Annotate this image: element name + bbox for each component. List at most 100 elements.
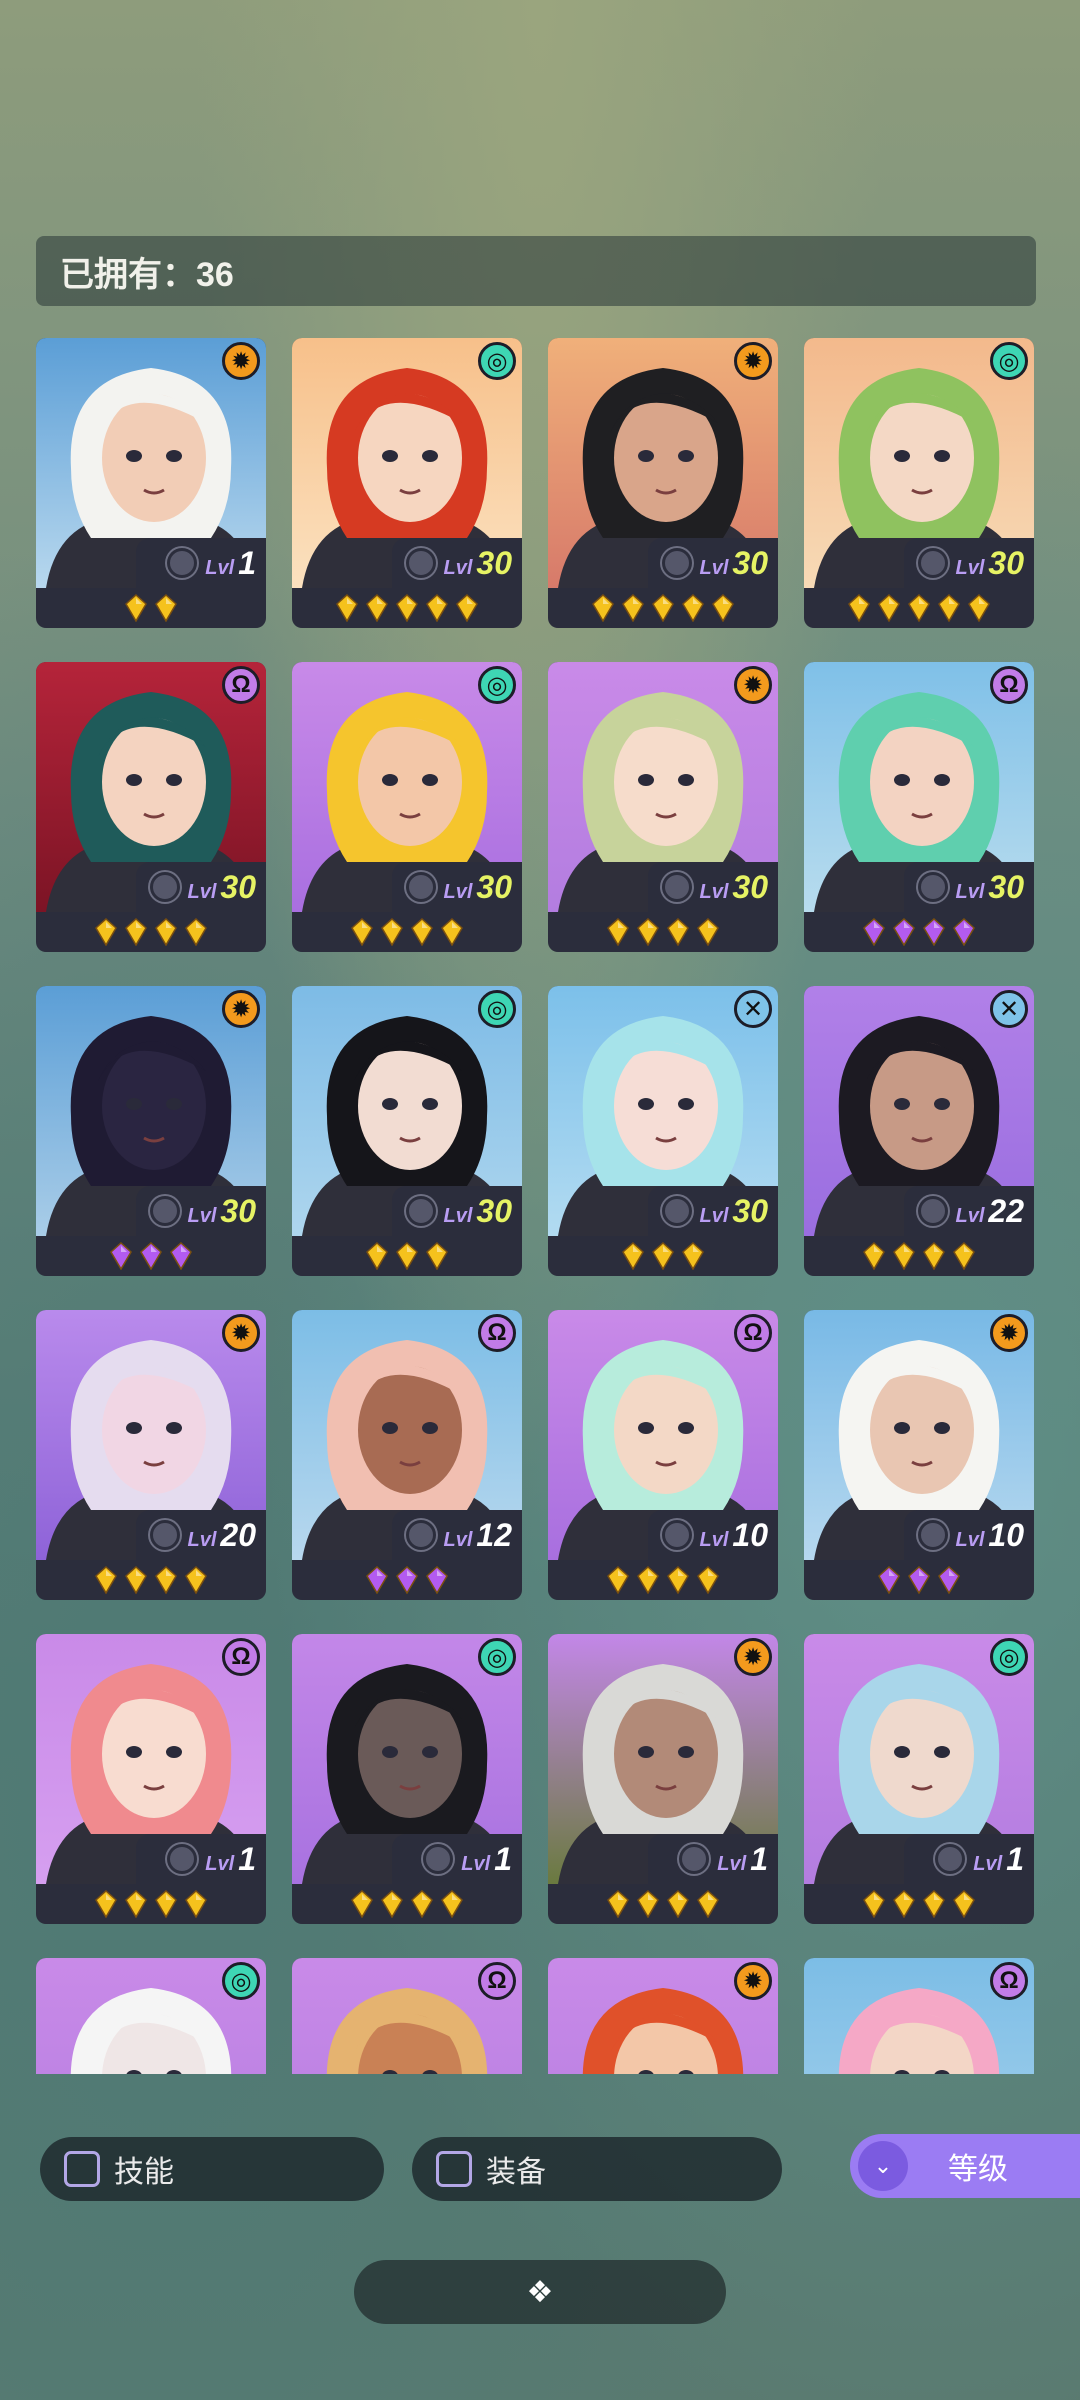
- level-badge: Lvl 12: [392, 1510, 522, 1560]
- star-gem-icon: [652, 1242, 674, 1270]
- star-gem-icon: [908, 1566, 930, 1594]
- level-number: 30: [732, 544, 768, 581]
- hero-card[interactable]: ✕ Lvl 22: [804, 986, 1034, 1276]
- star-gem-icon: [185, 1566, 207, 1594]
- star-gem-icon: [366, 594, 388, 622]
- hero-card[interactable]: ✹ Lvl 20: [36, 1310, 266, 1600]
- equipment-gear-icon: [935, 1844, 966, 1874]
- equip-filter-toggle[interactable]: 装备: [412, 2137, 782, 2201]
- star-gem-icon: [923, 1242, 945, 1270]
- hero-card[interactable]: ◎: [36, 1958, 266, 2074]
- hero-card[interactable]: ◎ Lvl 1: [292, 1634, 522, 1924]
- star-rating: [36, 1560, 266, 1600]
- star-rating: [548, 1560, 778, 1600]
- star-rating: [548, 912, 778, 952]
- star-gem-icon: [863, 1890, 885, 1918]
- star-rating: [804, 1884, 1034, 1924]
- chevron-down-icon: ⌄: [858, 2141, 908, 2191]
- skill-filter-toggle[interactable]: 技能: [40, 2137, 384, 2201]
- hero-card[interactable]: ✹: [548, 1958, 778, 2074]
- level-text: Lvl 1: [205, 1841, 256, 1878]
- hero-card[interactable]: ◎ Lvl 1: [804, 1634, 1034, 1924]
- level-text: Lvl 20: [188, 1517, 257, 1554]
- level-sort-label: 等级: [948, 2153, 1008, 2186]
- level-badge: Lvl 30: [648, 1186, 778, 1236]
- level-number: 1: [238, 544, 256, 581]
- hero-card[interactable]: Ω Lvl 1: [36, 1634, 266, 1924]
- star-gem-icon: [607, 918, 629, 946]
- hero-card[interactable]: ✕ Lvl 30: [548, 986, 778, 1276]
- star-gem-icon: [637, 918, 659, 946]
- swirl-element-icon: ◎: [990, 342, 1028, 380]
- hero-card[interactable]: ✹ Lvl 30: [548, 662, 778, 952]
- level-number: 30: [476, 544, 512, 581]
- level-badge: Lvl 22: [904, 1186, 1034, 1236]
- hero-card[interactable]: ◎ Lvl 30: [292, 662, 522, 952]
- star-gem-icon: [381, 1890, 403, 1918]
- level-text: Lvl 1: [973, 1841, 1024, 1878]
- level-number: 22: [988, 1192, 1024, 1229]
- star-gem-icon: [908, 594, 930, 622]
- star-gem-icon: [953, 1242, 975, 1270]
- equip-checkbox[interactable]: [436, 2151, 472, 2187]
- star-rating: [804, 912, 1034, 952]
- equipment-gear-icon: [167, 548, 198, 578]
- hero-card[interactable]: ✹ Lvl 1: [548, 1634, 778, 1924]
- hero-card[interactable]: ◎ Lvl 30: [292, 986, 522, 1276]
- spirit-element-icon: Ω: [990, 1962, 1028, 2000]
- level-sort-button[interactable]: ⌄ 等级: [850, 2134, 1080, 2198]
- cross-element-icon: ✕: [734, 990, 772, 1028]
- star-rating: [292, 912, 522, 952]
- star-gem-icon: [712, 594, 734, 622]
- hero-card[interactable]: ✹ Lvl 30: [36, 986, 266, 1276]
- star-gem-icon: [140, 1242, 162, 1270]
- level-badge: Lvl 30: [136, 862, 266, 912]
- level-number: 30: [220, 868, 256, 905]
- skill-checkbox[interactable]: [64, 2151, 100, 2187]
- equipment-gear-icon: [405, 872, 436, 902]
- star-rating: [292, 1236, 522, 1276]
- hero-grid[interactable]: ✹ Lvl 1 ◎ Lvl 30 ✹ Lvl 30 ◎ Lvl 30 Ω Lvl 30 ◎ Lvl 30 ✹ Lvl 3…: [36, 338, 1036, 2074]
- sun-element-icon: ✹: [222, 1314, 260, 1352]
- hero-card[interactable]: Ω Lvl 30: [36, 662, 266, 952]
- level-badge: Lvl 1: [136, 538, 266, 588]
- hero-card[interactable]: Ω Lvl 12: [292, 1310, 522, 1600]
- level-text: Lvl 30: [444, 545, 513, 582]
- level-prefix: Lvl: [973, 1852, 1003, 1875]
- star-gem-icon: [426, 1242, 448, 1270]
- level-number: 1: [494, 1840, 512, 1877]
- hero-card[interactable]: ✹ Lvl 10: [804, 1310, 1034, 1600]
- level-badge: Lvl 1: [392, 1834, 522, 1884]
- star-gem-icon: [396, 594, 418, 622]
- star-gem-icon: [426, 594, 448, 622]
- equipment-gear-icon: [149, 872, 180, 902]
- level-badge: Lvl 30: [904, 538, 1034, 588]
- star-gem-icon: [456, 594, 478, 622]
- hero-card[interactable]: ✹ Lvl 30: [548, 338, 778, 628]
- level-prefix: Lvl: [717, 1852, 747, 1875]
- level-badge: Lvl 1: [904, 1834, 1034, 1884]
- collapse-bar[interactable]: ❖: [354, 2260, 726, 2324]
- level-badge: Lvl 30: [392, 862, 522, 912]
- hero-card[interactable]: ✹ Lvl 1: [36, 338, 266, 628]
- hero-card[interactable]: Ω Lvl 30: [804, 662, 1034, 952]
- hero-card[interactable]: Ω: [804, 1958, 1034, 2074]
- star-gem-icon: [155, 594, 177, 622]
- star-gem-icon: [938, 1566, 960, 1594]
- level-prefix: Lvl: [699, 1528, 729, 1551]
- star-rating: [804, 1560, 1034, 1600]
- level-text: Lvl 30: [444, 1193, 513, 1230]
- hero-card[interactable]: ◎ Lvl 30: [292, 338, 522, 628]
- star-rating: [292, 1884, 522, 1924]
- hero-card[interactable]: Ω: [292, 1958, 522, 2074]
- hero-card[interactable]: Ω Lvl 10: [548, 1310, 778, 1600]
- star-gem-icon: [893, 918, 915, 946]
- level-prefix: Lvl: [443, 556, 473, 579]
- star-gem-icon: [848, 594, 870, 622]
- hero-card[interactable]: ◎ Lvl 30: [804, 338, 1034, 628]
- star-rating: [36, 1236, 266, 1276]
- star-rating: [804, 588, 1034, 628]
- equipment-gear-icon: [679, 1844, 710, 1874]
- star-gem-icon: [185, 918, 207, 946]
- level-prefix: Lvl: [461, 1852, 491, 1875]
